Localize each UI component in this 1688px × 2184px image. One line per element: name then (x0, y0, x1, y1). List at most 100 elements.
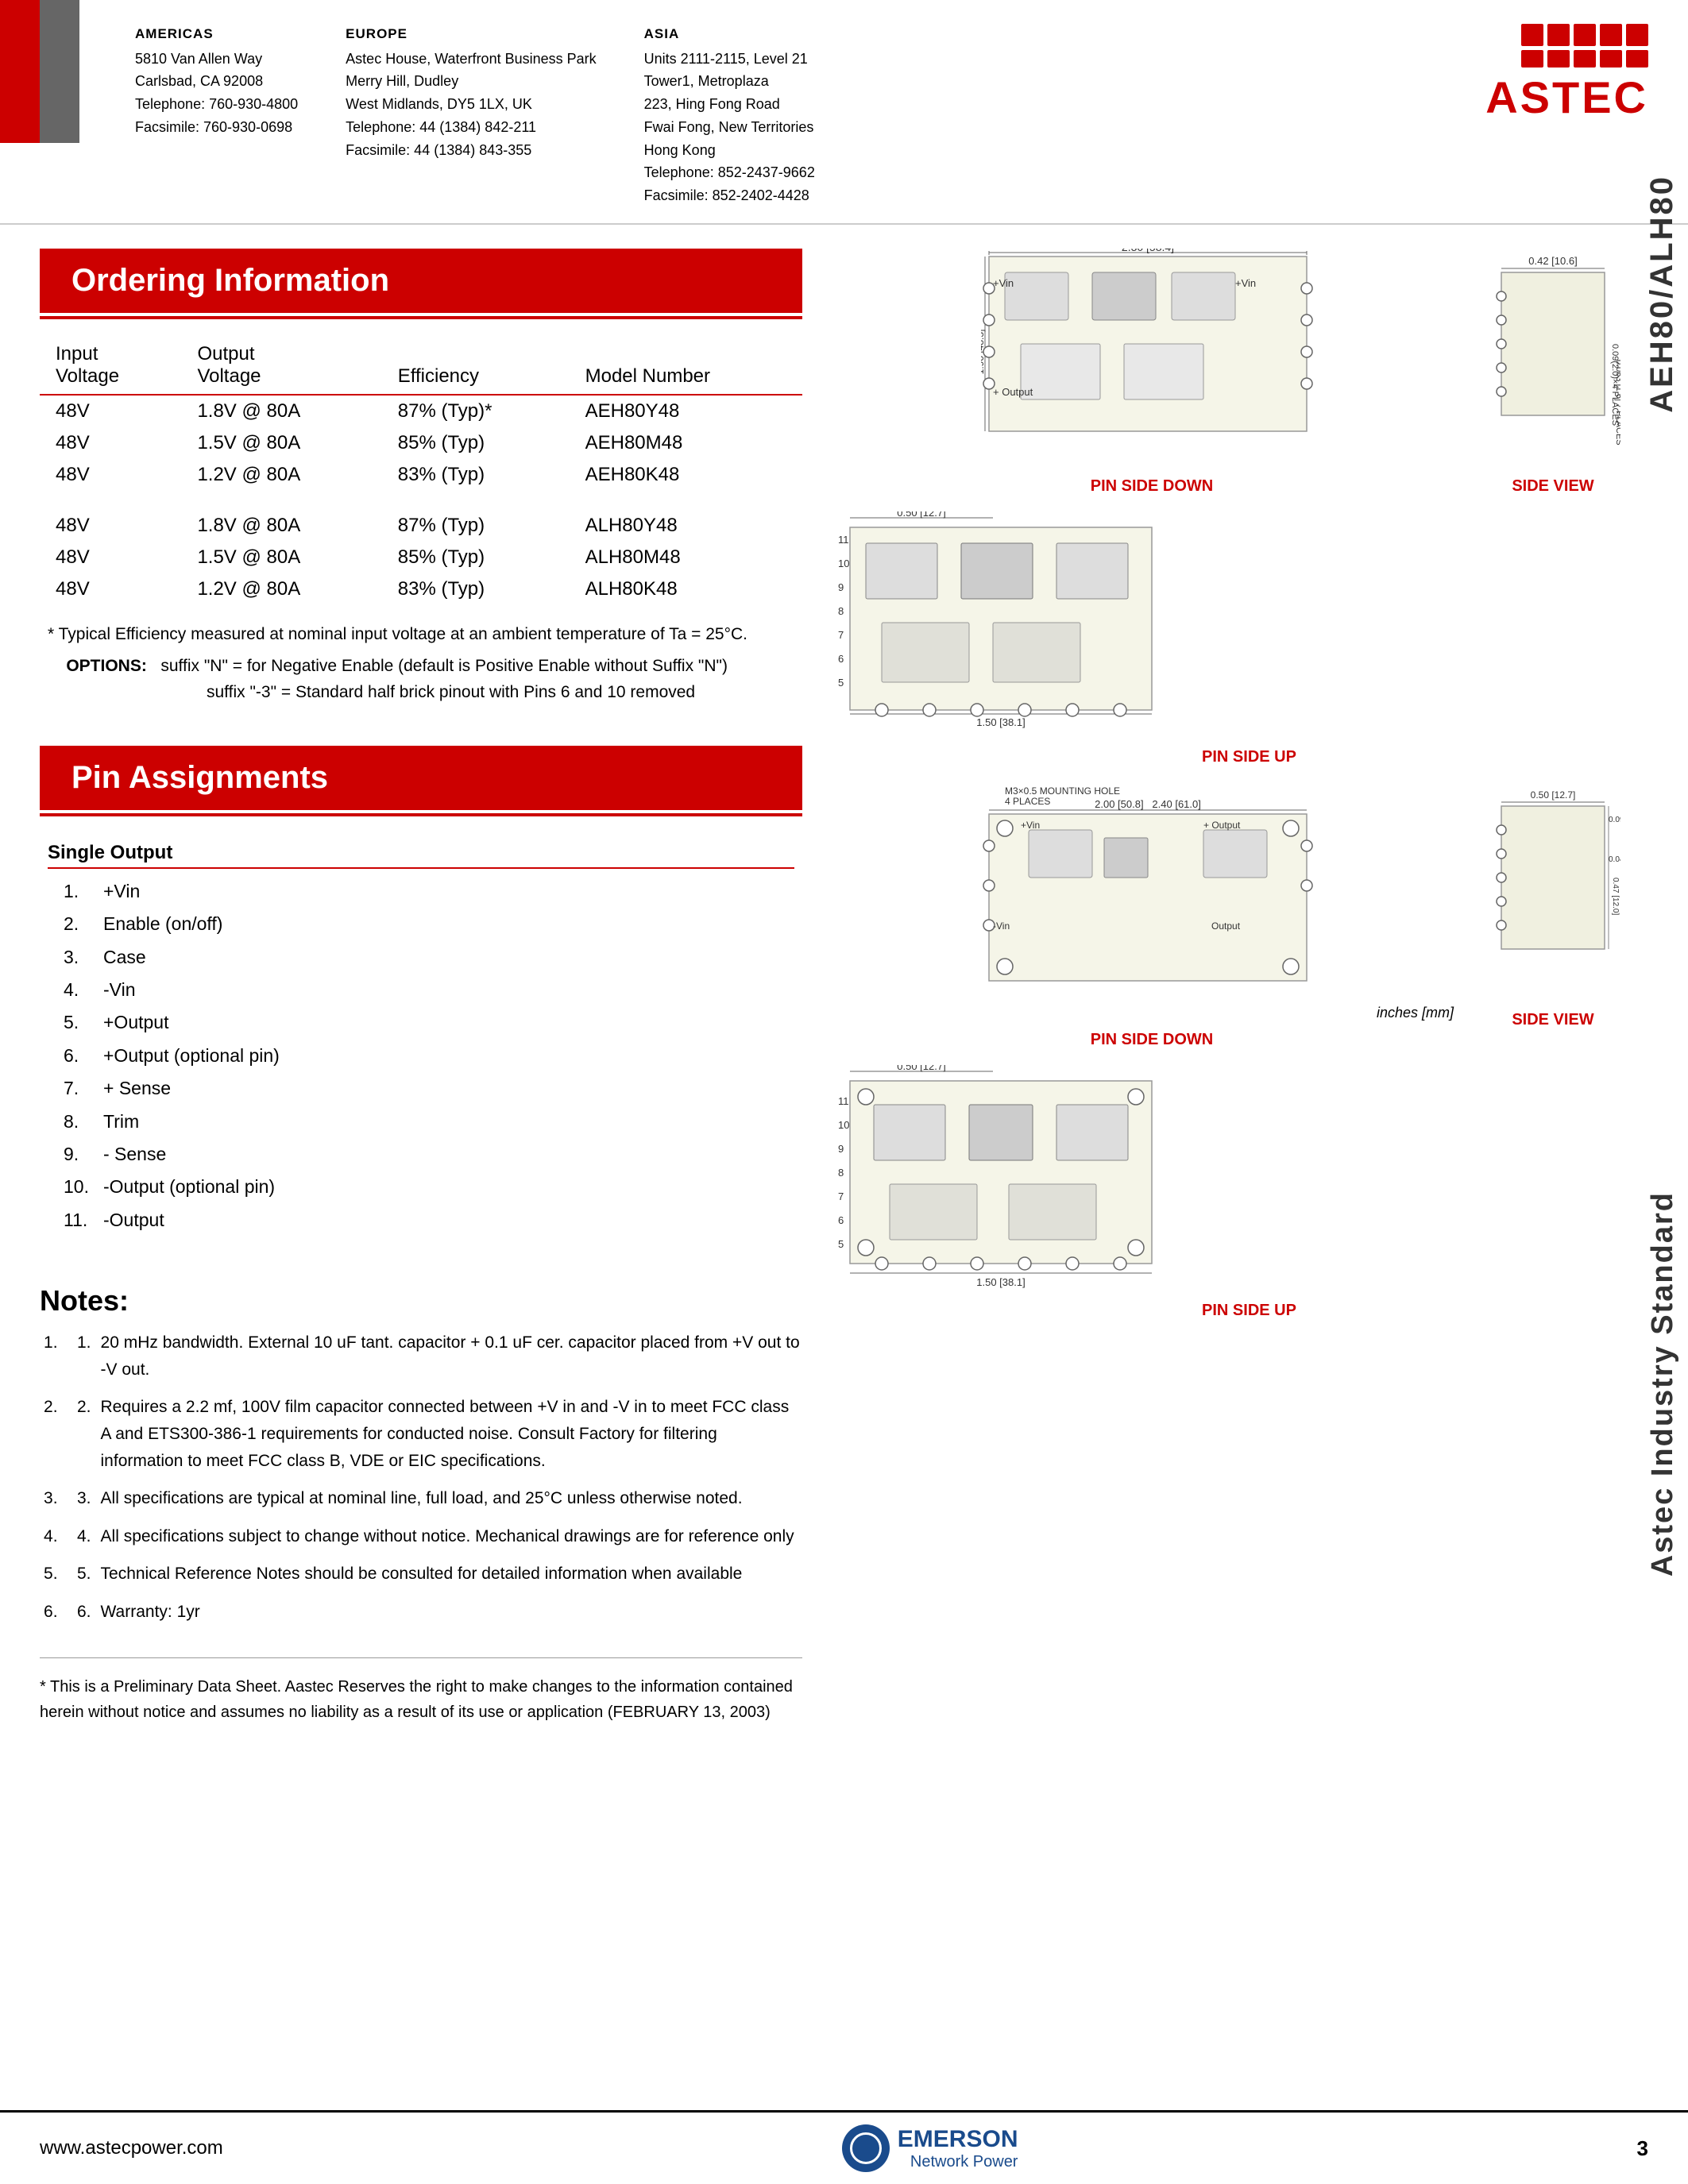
cell-efficiency: 87% (Typ) (382, 510, 570, 542)
pin-side-up-label-2: PIN SIDE UP (1202, 1302, 1296, 1320)
header-right: ASTEC (1485, 24, 1648, 123)
header-addresses: AMERICAS 5810 Van Allen Way Carlsbad, CA… (103, 24, 815, 207)
page-wrapper: AMERICAS 5810 Van Allen Way Carlsbad, CA… (0, 0, 1688, 2184)
red-deco-block (0, 0, 40, 143)
diagram-group-1: 2.30 [58.4] 1.90 [48.3] (834, 249, 1624, 496)
col-efficiency: Efficiency (382, 337, 570, 395)
side-label-industry: Astec Industry Standard (1646, 1191, 1680, 1576)
footer-url[interactable]: www.astecpower.com (40, 2137, 223, 2159)
side-view-label-1: SIDE VIEW (1512, 477, 1593, 496)
disclaimer: * This is a Preliminary Data Sheet. Aast… (40, 1657, 802, 1725)
svg-text:7: 7 (838, 1190, 844, 1202)
svg-text:0.50 [12.7]: 0.50 [12.7] (1531, 789, 1576, 801)
list-item: 6.+Output (optional pin) (64, 1040, 794, 1072)
table-row: 48V 1.8V @ 80A 87% (Typ)* AEH80Y48 (40, 395, 802, 427)
list-item: 7.+ Sense (64, 1072, 794, 1105)
pin-section-header: Pin Assignments (40, 746, 802, 810)
svg-text:7: 7 (838, 629, 844, 641)
svg-text:6: 6 (838, 1214, 844, 1226)
cell-input: 48V (40, 459, 181, 491)
ordering-section: Ordering Information InputVoltage Output… (40, 249, 802, 706)
cell-model: AEH80M48 (570, 427, 802, 459)
cell-model: ALH80Y48 (570, 510, 802, 542)
table-spacer-row (40, 491, 802, 510)
svg-text:1.50 [38.1]: 1.50 [38.1] (976, 1276, 1025, 1288)
svg-text:11: 11 (838, 534, 849, 546)
table-row: 48V 1.8V @ 80A 87% (Typ) ALH80Y48 (40, 510, 802, 542)
ordering-title: Ordering Information (71, 263, 389, 298)
svg-text:M3×0.5 MOUNTING HOLE: M3×0.5 MOUNTING HOLE (1005, 785, 1120, 797)
svg-text:9: 9 (838, 1143, 844, 1155)
svg-text:9: 9 (838, 581, 844, 593)
diagram-svg-4: 0.50 [12.7] 11 10 9 8 7 6 5 (834, 1065, 1176, 1295)
svg-text:8: 8 (838, 1167, 844, 1179)
cell-input: 48V (40, 395, 181, 427)
note-item: 5.Technical Reference Notes should be co… (44, 1561, 802, 1588)
right-column: 2.30 [58.4] 1.90 [48.3] (834, 249, 1624, 1724)
cell-output: 1.5V @ 80A (181, 542, 381, 573)
list-item: 1.+Vin (64, 875, 794, 908)
list-item: 11.-Output (64, 1204, 794, 1237)
diagram-svg-3: M3×0.5 MOUNTING HOLE 4 PLACES 2.00 [50.8… (981, 782, 1323, 1005)
region-asia: ASIA (644, 24, 815, 44)
svg-text:2.00 [50.8] 2.40 [61.0]: 2.00 [50.8] 2.40 [61.0] (1095, 798, 1201, 810)
inches-mm: inches [mm] (834, 1005, 1470, 1021)
pin-side-up-label-1: PIN SIDE UP (1202, 748, 1296, 766)
main-content: Ordering Information InputVoltage Output… (0, 225, 1688, 1748)
cell-input: 48V (40, 510, 181, 542)
cell-efficiency: 87% (Typ)* (382, 395, 570, 427)
gray-deco-block (40, 0, 79, 143)
svg-text:Output: Output (1211, 920, 1241, 932)
diagram-svg-2: 0.50 [12.7] 11 10 9 8 7 6 5 1.50 [38.1] (834, 511, 1176, 742)
footer-logo-area: EMERSON Network Power (842, 2124, 1018, 2172)
table-row: 48V 1.2V @ 80A 83% (Typ) ALH80K48 (40, 573, 802, 605)
options: OPTIONS: suffix "N" = for Negative Enabl… (48, 653, 794, 680)
cell-efficiency: 85% (Typ) (382, 542, 570, 573)
cell-input: 48V (40, 427, 181, 459)
page-number: 3 (1637, 2136, 1648, 2161)
cell-output: 1.2V @ 80A (181, 573, 381, 605)
diagram-pin-side-down-1: 2.30 [58.4] 1.90 [48.3] (834, 249, 1470, 496)
ordering-section-header: Ordering Information (40, 249, 802, 313)
ordering-notes: * Typical Efficiency measured at nominal… (40, 621, 802, 706)
svg-text:0.50 [12.7]: 0.50 [12.7] (897, 1065, 945, 1072)
note-item: 4.All specifications subject to change w… (44, 1523, 802, 1550)
address-line: Astec House, Waterfront Business Park Me… (346, 48, 596, 162)
svg-text:0.47 [12.0]: 0.47 [12.0] (1611, 878, 1620, 915)
diagram-side-view-1: 0.42 [10.6] 0.09(2.0)×4 PLACES 0.063 [1.… (1481, 249, 1624, 496)
cell-efficiency: 85% (Typ) (382, 427, 570, 459)
note-item: 3.All specifications are typical at nomi… (44, 1485, 802, 1512)
address-line: 5810 Van Allen Way Carlsbad, CA 92008 Te… (135, 48, 298, 139)
svg-text:0.09(2.3)×2 4 PLACES: 0.09(2.3)×2 4 PLACES (1609, 816, 1620, 824)
cell-output: 1.2V @ 80A (181, 459, 381, 491)
diagram-svg-1: 2.30 [58.4] 1.90 [48.3] (981, 249, 1323, 471)
col-model: Model Number (570, 337, 802, 395)
pin-list: 1.+Vin 2.Enable (on/off) 3.Case 4.-Vin 5… (48, 875, 794, 1237)
list-item: 8.Trim (64, 1106, 794, 1138)
address-americas: AMERICAS 5810 Van Allen Way Carlsbad, CA… (135, 24, 298, 207)
address-asia: ASIA Units 2111-2115, Level 21 Tower1, M… (644, 24, 815, 207)
diagram-side-svg-2: 0.50 [12.7] 0.09(2.3)×2 4 PLACES 0.04(1.… (1485, 782, 1620, 1005)
notes-section: Notes: 1.20 mHz bandwidth. External 10 u… (40, 1284, 802, 1724)
cell-input: 48V (40, 542, 181, 573)
svg-text:+Vin: +Vin (1235, 277, 1256, 289)
svg-text:+ Output: + Output (1203, 820, 1241, 831)
svg-text:10: 10 (838, 1119, 849, 1131)
cell-model: ALH80M48 (570, 542, 802, 573)
svg-text:0.063 [1.6] 7 PLACES: 0.063 [1.6] 7 PLACES (1614, 360, 1620, 446)
side-view-label-2: SIDE VIEW (1512, 1011, 1593, 1029)
svg-text:+Vin: +Vin (1021, 820, 1040, 831)
ordering-table: InputVoltage OutputVoltage Efficiency Mo… (40, 337, 802, 605)
col-output: OutputVoltage (181, 337, 381, 395)
svg-text:0.42 [10.6]: 0.42 [10.6] (1528, 255, 1577, 267)
notes-list: 1.20 mHz bandwidth. External 10 uF tant.… (40, 1329, 802, 1625)
cell-efficiency: 83% (Typ) (382, 459, 570, 491)
svg-text:+ Output: + Output (993, 386, 1033, 398)
side-label-model: AEH80/ALH80 (1644, 175, 1680, 413)
address-line: Units 2111-2115, Level 21 Tower1, Metrop… (644, 48, 815, 208)
svg-text:5: 5 (838, 1238, 844, 1250)
svg-text:8: 8 (838, 605, 844, 617)
disclaimer-text: * This is a Preliminary Data Sheet. Aast… (40, 1674, 802, 1725)
svg-text:1.50 [38.1]: 1.50 [38.1] (976, 716, 1025, 728)
svg-text:6: 6 (838, 653, 844, 665)
